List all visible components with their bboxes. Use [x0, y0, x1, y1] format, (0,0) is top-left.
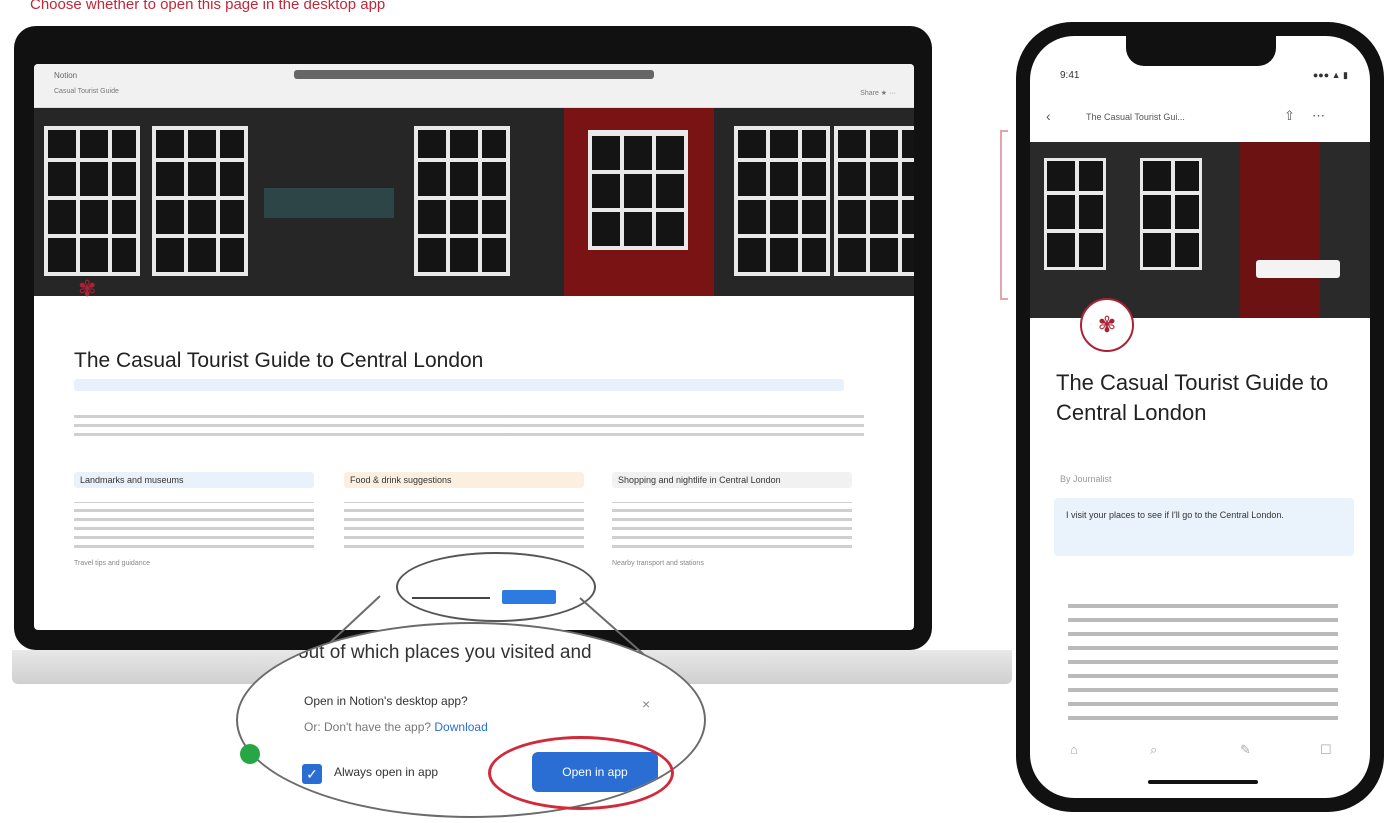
share-icon[interactable]: ⇧ — [1284, 108, 1295, 124]
browser-tab[interactable]: Notion — [54, 71, 77, 80]
page-actions[interactable]: Share ★ ··· — [860, 89, 896, 97]
column-footer[interactable]: Nearby transport and stations — [612, 560, 852, 567]
subtitle-callout — [74, 379, 844, 391]
mobile-open-in-app-button[interactable] — [1256, 260, 1340, 278]
home-indicator — [1148, 780, 1258, 784]
browser-toolbar: Notion Casual Tourist Guide Share ★ ··· — [34, 64, 914, 108]
status-time: 9:41 — [1060, 70, 1080, 81]
intro-paragraph — [74, 414, 864, 436]
window-pane — [1044, 158, 1106, 270]
phone-frame: 9:41 ●●● ▲ ▮ ‹ The Casual Tourist Gui...… — [1016, 22, 1384, 812]
window-pane — [152, 126, 248, 276]
column-body — [74, 502, 314, 548]
mobile-page-tab[interactable]: The Casual Tourist Gui... — [1086, 112, 1185, 122]
red-door — [1240, 142, 1320, 318]
page-title: The Casual Tourist Guide to Central Lond… — [74, 349, 484, 372]
highlight-ring — [488, 736, 674, 810]
comment-icon — [240, 744, 260, 764]
always-open-label: Always open in app — [334, 765, 439, 779]
edit-icon[interactable]: ✎ — [1240, 742, 1251, 758]
mobile-body-text — [1068, 602, 1338, 720]
column-footer[interactable]: Travel tips and guidance — [74, 560, 314, 567]
window-pane — [44, 126, 140, 276]
column-landmarks: Landmarks and museums Travel tips and gu… — [74, 472, 314, 567]
mobile-top-bar: ‹ The Casual Tourist Gui... ⇧ ⋯ — [1030, 96, 1370, 142]
window-pane — [734, 126, 830, 276]
download-hint: Or: Don't have the app? Download — [304, 720, 488, 734]
mini-popup-text — [412, 590, 490, 599]
search-icon[interactable]: ⌕ — [1150, 742, 1157, 758]
phone-screen: 9:41 ●●● ▲ ▮ ‹ The Casual Tourist Gui...… — [1030, 36, 1370, 798]
column-shopping: Shopping and nightlife in Central London… — [612, 472, 852, 567]
column-heading: Landmarks and museums — [74, 472, 314, 488]
always-open-checkbox[interactable]: ✓ — [302, 764, 322, 784]
pages-icon[interactable]: ☐ — [1320, 742, 1332, 758]
mobile-page-meta: By Journalist — [1060, 474, 1112, 484]
cover-bracket-marker — [1000, 130, 1008, 300]
mobile-cover-image — [1030, 142, 1370, 318]
mini-open-in-app-button[interactable] — [502, 590, 556, 604]
laptop-frame: Notion Casual Tourist Guide Share ★ ··· … — [14, 26, 932, 650]
magnified-context-text: out of which places you visited and — [298, 642, 592, 663]
window-pane — [1140, 158, 1202, 270]
mobile-callout: I visit your places to see if I'll go to… — [1054, 498, 1354, 556]
laptop-screen: Notion Casual Tourist Guide Share ★ ··· … — [34, 64, 914, 630]
cover-image — [34, 108, 914, 296]
home-icon[interactable]: ⌂ — [1070, 742, 1078, 757]
awning — [264, 188, 394, 218]
download-link[interactable]: Download — [434, 720, 487, 734]
more-icon[interactable]: ⋯ — [1312, 108, 1325, 124]
page-emoji-icon[interactable]: ✾ — [78, 276, 96, 302]
column-heading: Food & drink suggestions — [344, 472, 584, 488]
download-hint-text: Or: Don't have the app? — [304, 720, 432, 734]
window-pane — [414, 126, 510, 276]
breadcrumb[interactable]: Casual Tourist Guide — [54, 88, 119, 95]
column-body — [344, 502, 584, 548]
column-food: Food & drink suggestions — [344, 472, 584, 548]
open-in-app-prompt-title: Open in Notion's desktop app? — [304, 694, 468, 708]
mobile-page-title: The Casual Tourist Guide to Central Lond… — [1056, 370, 1329, 425]
window-pane — [588, 130, 688, 250]
status-icons: ●●● ▲ ▮ — [1312, 70, 1348, 80]
column-body — [612, 502, 852, 548]
column-heading: Shopping and nightlife in Central London — [612, 472, 852, 488]
composite-screenshot: Choose whether to open this page in the … — [0, 0, 1397, 823]
close-icon[interactable]: × — [642, 696, 650, 712]
phone-notch — [1126, 36, 1276, 66]
open-in-app-popup-highlight — [396, 552, 596, 622]
window-pane — [834, 126, 914, 276]
address-bar[interactable] — [294, 70, 654, 79]
caption-text: Choose whether to open this page in the … — [30, 0, 386, 13]
back-icon[interactable]: ‹ — [1046, 108, 1051, 124]
mobile-bottom-bar: ⌂ ⌕ ✎ ☐ — [1030, 742, 1370, 772]
mobile-page-emoji-icon[interactable]: ✾ — [1080, 298, 1134, 352]
red-door — [564, 108, 714, 296]
